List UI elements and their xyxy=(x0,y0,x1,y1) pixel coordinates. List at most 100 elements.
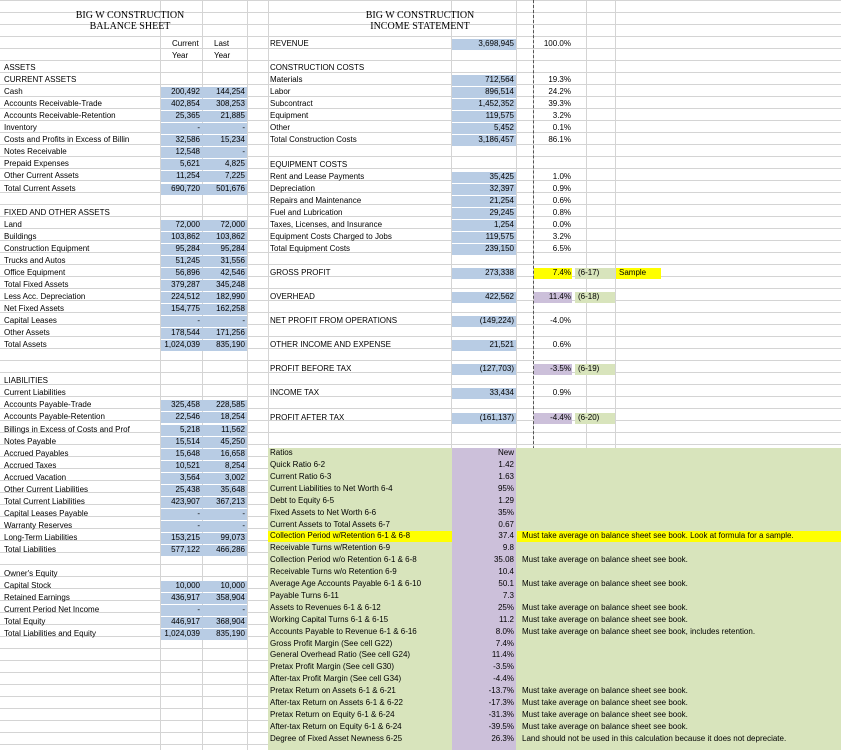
ratio-value[interactable]: 1.63 xyxy=(452,471,514,482)
ratio-label[interactable]: Collection Period w/o Retention 6-1 & 6-… xyxy=(270,554,417,565)
current-value[interactable]: - xyxy=(161,315,200,326)
last-value[interactable]: 35,648 xyxy=(205,484,245,495)
balance-label[interactable]: Capital Leases Payable xyxy=(4,508,158,519)
income-value[interactable]: 3,186,457 xyxy=(452,134,514,145)
ratio-value[interactable]: 0.67 xyxy=(452,519,514,530)
income-value[interactable]: 21,521 xyxy=(452,339,514,350)
income-value[interactable]: 21,254 xyxy=(452,195,514,206)
last-value[interactable]: 835,190 xyxy=(205,628,245,639)
last-value[interactable]: 103,862 xyxy=(205,231,245,242)
balance-label[interactable]: FIXED AND OTHER ASSETS xyxy=(4,207,158,218)
income-label[interactable]: PROFIT AFTER TAX xyxy=(270,412,344,423)
last-value[interactable]: 171,256 xyxy=(205,327,245,338)
balance-label[interactable]: Accounts Receivable-Trade xyxy=(4,98,158,109)
ratio-value[interactable]: -17.3% xyxy=(452,697,514,708)
ratio-value[interactable]: 7.3 xyxy=(452,590,514,601)
income-percent[interactable]: 100.0% xyxy=(536,38,571,49)
ratio-label[interactable]: Gross Profit Margin (See cell G22) xyxy=(270,638,392,649)
current-value[interactable]: 72,000 xyxy=(161,219,200,230)
balance-label[interactable]: Costs and Profits in Excess of Billin xyxy=(4,134,158,145)
income-label[interactable]: Equipment Costs Charged to Jobs xyxy=(270,231,392,242)
income-label[interactable]: EQUIPMENT COSTS xyxy=(270,159,347,170)
income-label[interactable]: Other xyxy=(270,122,290,133)
current-value[interactable]: 10,000 xyxy=(161,580,200,591)
income-percent[interactable]: 0.0% xyxy=(536,219,571,230)
income-value[interactable]: (149,224) xyxy=(452,315,514,326)
income-label[interactable]: CONSTRUCTION COSTS xyxy=(270,62,364,73)
last-value[interactable]: - xyxy=(205,122,245,133)
ratio-value[interactable]: 10.4 xyxy=(452,566,514,577)
current-value[interactable]: 178,544 xyxy=(161,327,200,338)
income-label[interactable]: Subcontract xyxy=(270,98,313,109)
ratio-value[interactable]: 95% xyxy=(452,483,514,494)
balance-label[interactable]: Less Acc. Depreciation xyxy=(4,291,158,302)
last-value[interactable]: - xyxy=(205,508,245,519)
income-value[interactable]: 5,452 xyxy=(452,122,514,133)
current-value[interactable]: 32,586 xyxy=(161,134,200,145)
last-value[interactable]: 345,248 xyxy=(205,279,245,290)
last-value[interactable]: 466,286 xyxy=(205,544,245,555)
current-value[interactable]: 5,218 xyxy=(161,424,200,435)
income-label[interactable]: Depreciation xyxy=(270,183,315,194)
income-value[interactable]: 239,150 xyxy=(452,243,514,254)
ratio-value[interactable]: 50.1 xyxy=(452,578,514,589)
income-percent[interactable]: 0.9% xyxy=(536,183,571,194)
last-value[interactable]: - xyxy=(205,604,245,615)
income-percent[interactable]: 11.4% xyxy=(536,291,571,302)
ratio-label[interactable]: Payable Turns 6-11 xyxy=(270,590,339,601)
balance-label[interactable]: Capital Stock xyxy=(4,580,158,591)
balance-label[interactable]: Retained Earnings xyxy=(4,592,158,603)
income-value[interactable]: 422,562 xyxy=(452,291,514,302)
ratio-label[interactable]: Receivable Turns w/o Retention 6-9 xyxy=(270,566,397,577)
current-value[interactable]: 12,548 xyxy=(161,146,200,157)
last-value[interactable]: 3,002 xyxy=(205,472,245,483)
ratio-value[interactable]: 11.2 xyxy=(452,614,514,625)
income-percent[interactable]: 24.2% xyxy=(536,86,571,97)
income-label[interactable]: OTHER INCOME AND EXPENSE xyxy=(270,339,391,350)
income-value[interactable]: (127,703) xyxy=(452,363,514,374)
last-value[interactable]: 31,556 xyxy=(205,255,245,266)
ratio-value[interactable]: -39.5% xyxy=(452,721,514,732)
ratio-value[interactable]: -31.3% xyxy=(452,709,514,720)
ratio-value[interactable]: -4.4% xyxy=(452,673,514,684)
income-value[interactable]: 33,434 xyxy=(452,387,514,398)
current-value[interactable]: 1,024,039 xyxy=(161,628,200,639)
balance-label[interactable]: Current Liabilities xyxy=(4,387,158,398)
income-percent[interactable]: 3.2% xyxy=(536,231,571,242)
current-value[interactable]: 325,458 xyxy=(161,399,200,410)
ratio-value[interactable]: -3.5% xyxy=(452,661,514,672)
income-value[interactable]: 273,338 xyxy=(452,267,514,278)
current-value[interactable]: 95,284 xyxy=(161,243,200,254)
ratio-value[interactable]: 37.4 xyxy=(452,530,514,541)
last-value[interactable]: 367,213 xyxy=(205,496,245,507)
income-value[interactable]: 32,397 xyxy=(452,183,514,194)
current-value[interactable]: 379,287 xyxy=(161,279,200,290)
current-value[interactable]: 153,215 xyxy=(161,532,200,543)
spreadsheet-grid[interactable]: BIG W CONSTRUCTION BALANCE SHEET Current La… xyxy=(0,0,841,750)
ratio-label[interactable]: Quick Ratio 6-2 xyxy=(270,459,325,470)
income-label[interactable]: Total Equipment Costs xyxy=(270,243,350,254)
current-value[interactable]: 577,122 xyxy=(161,544,200,555)
current-value[interactable]: 423,907 xyxy=(161,496,200,507)
balance-label[interactable]: Total Assets xyxy=(4,339,158,350)
ratio-label[interactable]: Working Capital Turns 6-1 & 6-15 xyxy=(270,614,388,625)
current-value[interactable]: 1,024,039 xyxy=(161,339,200,350)
income-percent[interactable]: 0.8% xyxy=(536,207,571,218)
income-percent[interactable]: 0.1% xyxy=(536,122,571,133)
ratio-value[interactable]: 11.4% xyxy=(452,649,514,660)
balance-label[interactable]: Inventory xyxy=(4,122,158,133)
balance-label[interactable]: Total Liabilities and Equity xyxy=(4,628,158,639)
income-value[interactable]: 119,575 xyxy=(452,110,514,121)
income-percent[interactable]: -4.4% xyxy=(536,412,571,423)
last-value[interactable]: 308,253 xyxy=(205,98,245,109)
current-value[interactable]: 154,775 xyxy=(161,303,200,314)
current-value[interactable]: 224,512 xyxy=(161,291,200,302)
income-value[interactable]: 35,425 xyxy=(452,171,514,182)
balance-label[interactable]: ASSETS xyxy=(4,62,158,73)
ratio-value[interactable]: 9.8 xyxy=(452,542,514,553)
ratio-label[interactable]: Pretax Return on Assets 6-1 & 6-21 xyxy=(270,685,396,696)
ratio-label[interactable]: Pretax Profit Margin (See cell G30) xyxy=(270,661,394,672)
balance-label[interactable]: Office Equipment xyxy=(4,267,158,278)
ratio-value[interactable]: 1.42 xyxy=(452,459,514,470)
balance-label[interactable]: Total Liabilities xyxy=(4,544,158,555)
